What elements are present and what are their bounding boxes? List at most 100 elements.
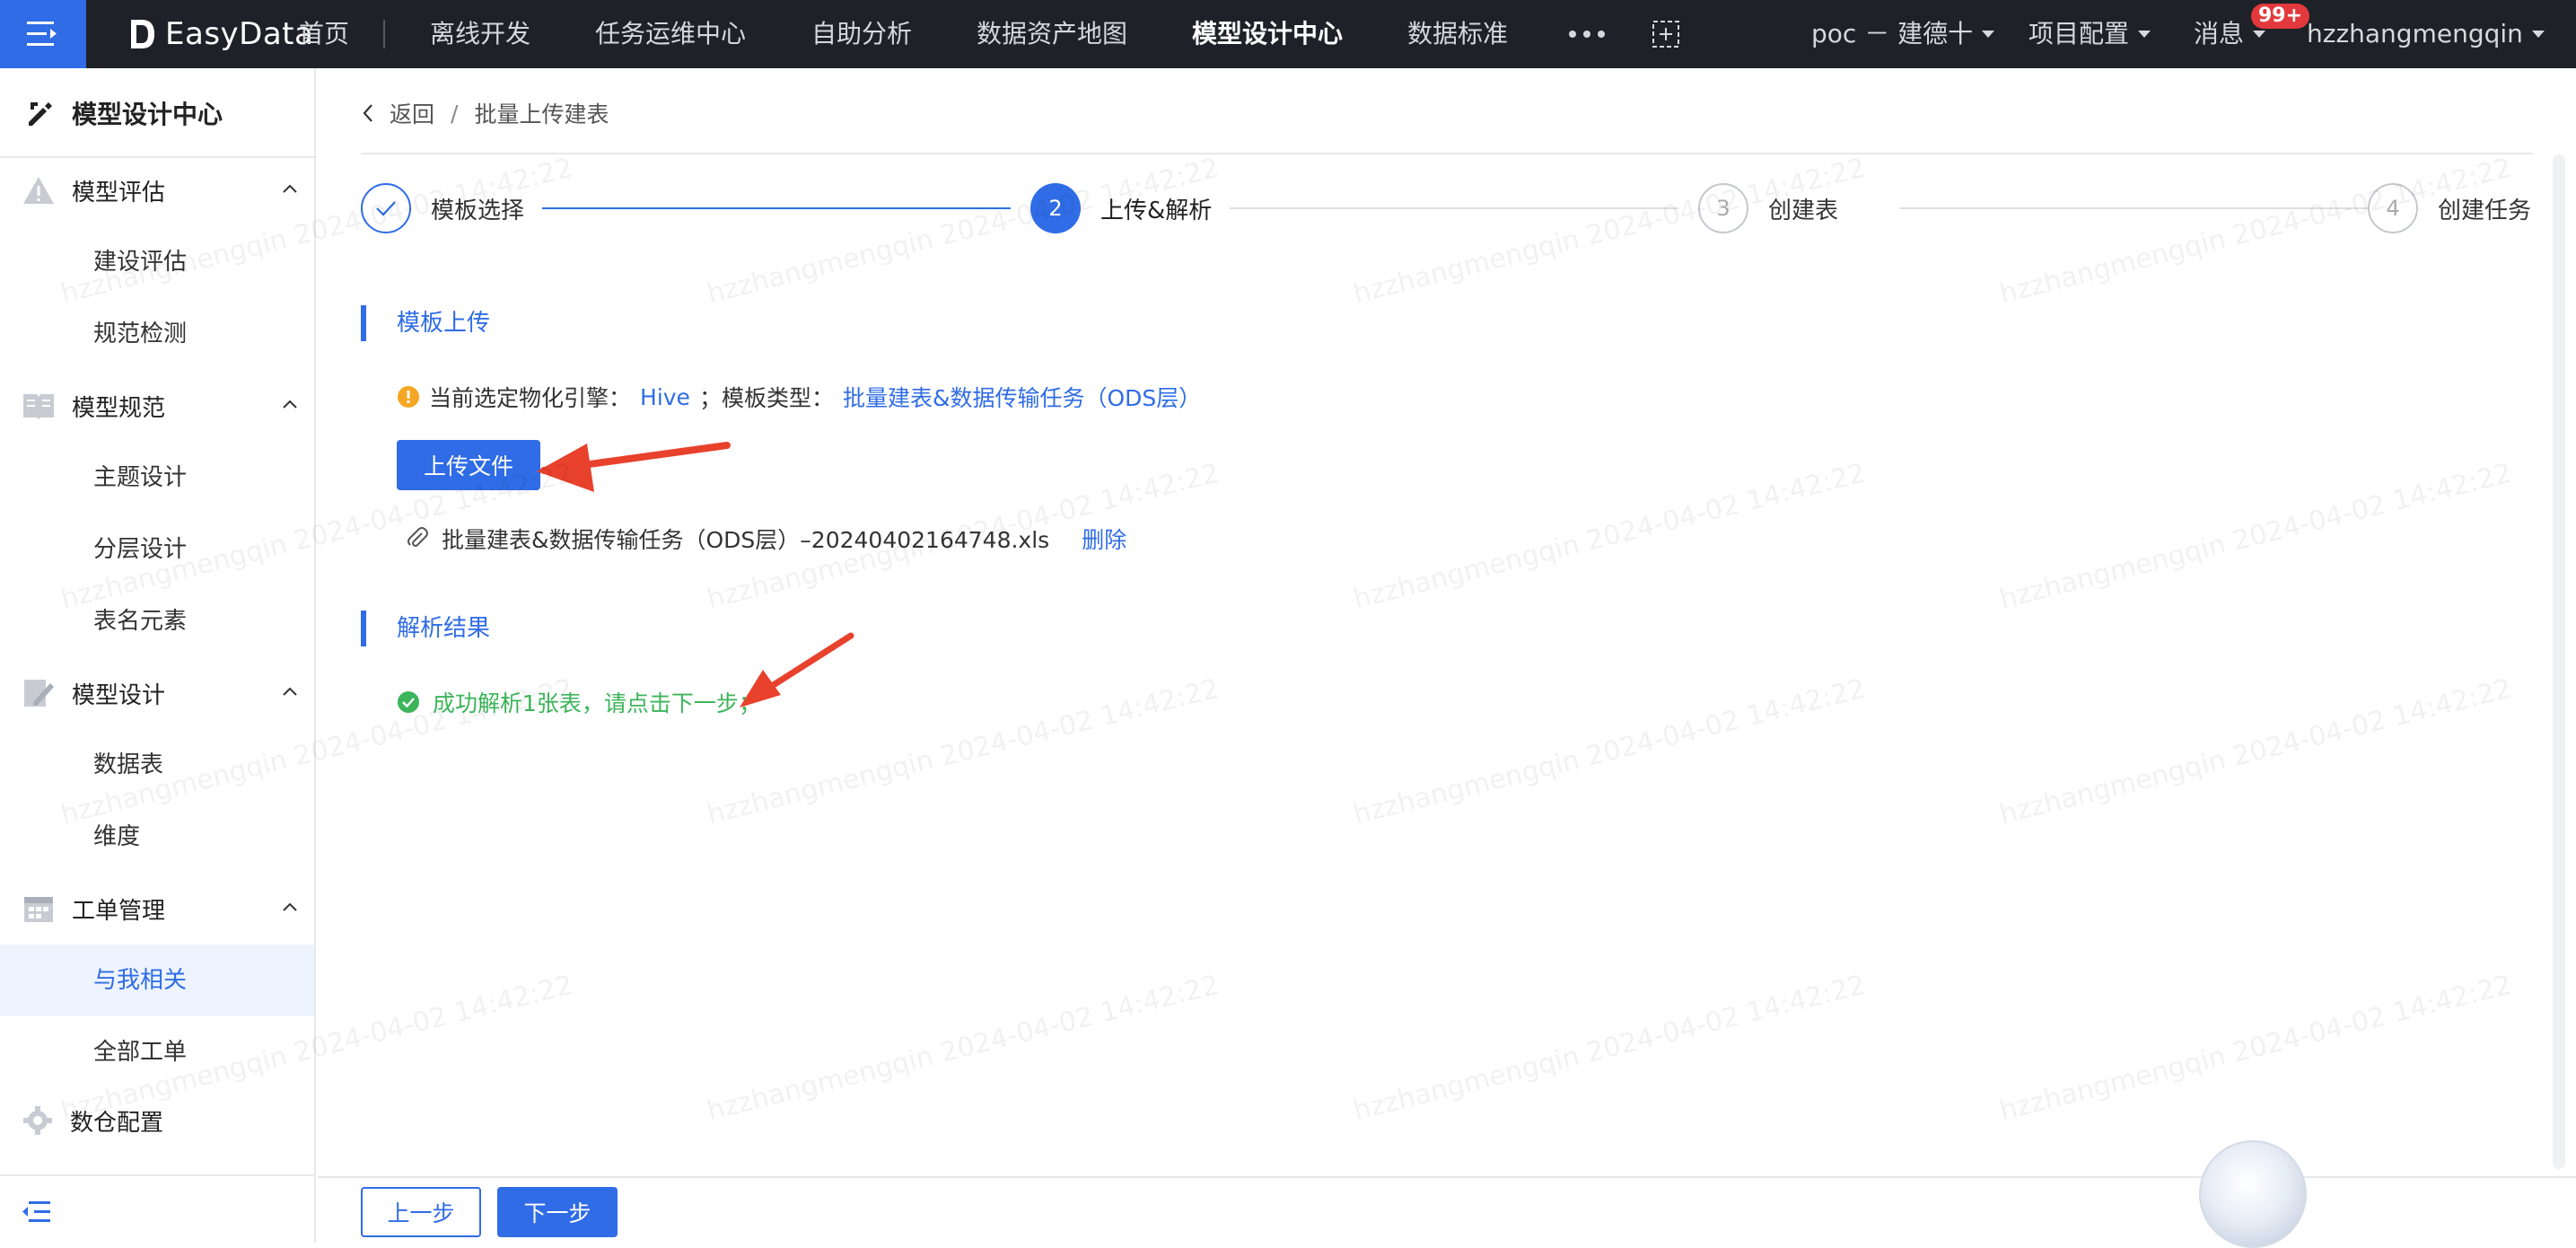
step-progress: 模板选择 2 上传&解析 3 创建表 4 创建任务 <box>361 183 2533 233</box>
nav-model-design[interactable]: 模型设计中心 <box>1192 0 1343 68</box>
next-step-button[interactable]: 下一步 <box>497 1187 618 1237</box>
calendar-icon <box>24 897 53 922</box>
sidebar-title: 模型设计中心 <box>72 100 223 129</box>
gear-icon <box>23 1106 52 1135</box>
top-navigation-bar: EasyData 首页 离线开发 任务运维中心 自助分析 数据资产地图 模型设计… <box>0 0 2576 68</box>
chevron-up-icon <box>283 902 297 911</box>
sidebar-item-all-orders[interactable]: 全部工单 <box>0 1016 314 1088</box>
check-icon <box>361 183 411 233</box>
app-name: EasyData <box>165 16 314 52</box>
section-accent-bar <box>361 611 366 646</box>
sidebar-item-label: 数仓配置 <box>70 1109 164 1137</box>
user-menu[interactable]: hzzhangmengqin <box>2307 0 2545 68</box>
expand-square-icon[interactable] <box>1652 20 1680 48</box>
step-label: 创建表 <box>1768 197 1839 224</box>
ellipsis-icon[interactable] <box>1569 0 1605 68</box>
step-label: 模板选择 <box>431 197 525 224</box>
sidebar-group-label: 模型设计 <box>72 681 166 709</box>
sidebar-item-topic-design[interactable]: 主题设计 <box>0 442 314 514</box>
sidebar-item-data-table[interactable]: 数据表 <box>0 729 314 801</box>
nav-data-asset-map[interactable]: 数据资产地图 <box>977 0 1127 68</box>
sidebar-item-build-eval[interactable]: 建设评估 <box>0 226 314 298</box>
sidebar: 模型设计中心 模型评估 建设评估 规范检测 模型规范 主题设计 分层设计 表名元… <box>0 68 316 1243</box>
triangle-warning-icon <box>23 177 54 204</box>
back-link[interactable]: 返回 <box>361 97 434 129</box>
project-config-label: 项目配置 <box>2028 19 2130 48</box>
caret-down-icon <box>2138 31 2151 38</box>
hamburger-icon <box>27 22 57 46</box>
notice-prefix: 当前选定物化引擎： <box>429 385 632 411</box>
template-type-value: 批量建表&数据传输任务（ODS层） <box>842 385 1202 411</box>
sidebar-item-dimension[interactable]: 维度 <box>0 801 314 873</box>
parse-result-message: 成功解析1张表，请点击下一步； <box>433 690 761 716</box>
paperclip-icon <box>407 527 428 547</box>
delete-file-link[interactable]: 删除 <box>1082 523 1126 555</box>
messages-badge: 99+ <box>2251 4 2310 29</box>
sidebar-item-related-to-me[interactable]: 与我相关 <box>0 945 314 1016</box>
warning-circle-icon <box>398 386 419 408</box>
nav-data-standard[interactable]: 数据标准 <box>1407 0 1508 68</box>
sidebar-item-warehouse-config[interactable]: 数仓配置 <box>22 1103 300 1138</box>
section-title-upload: 模板上传 <box>397 310 491 337</box>
breadcrumb-current: 批量上传建表 <box>474 101 609 127</box>
app-logo[interactable]: EasyData <box>129 0 313 68</box>
sidebar-item-table-name-element[interactable]: 表名元素 <box>0 585 314 657</box>
step-label: 上传&解析 <box>1100 197 1213 224</box>
step-number: 2 <box>1030 183 1081 233</box>
chevron-up-icon <box>283 400 297 409</box>
assistant-floating-button[interactable] <box>2199 1140 2307 1248</box>
sidebar-group-model-eval[interactable]: 模型评估 <box>22 172 300 208</box>
step-label: 创建任务 <box>2438 197 2532 224</box>
nav-offline-dev[interactable]: 离线开发 <box>430 0 530 68</box>
annotation-arrow-upload <box>537 442 731 492</box>
header-divider <box>361 153 2533 154</box>
project-name: poc － 建德十 <box>1811 19 1974 48</box>
nav-home[interactable]: 首页 <box>299 0 349 68</box>
caret-down-icon <box>2253 31 2266 38</box>
uploaded-file-row: 批量建表&数据传输任务（ODS层）–20240402164748.xls 删除 <box>406 521 1126 557</box>
sidebar-item-spec-check[interactable]: 规范检测 <box>0 298 314 370</box>
engine-notice: 当前选定物化引擎： Hive ；模板类型： 批量建表&数据传输任务（ODS层） <box>397 379 1201 415</box>
uploaded-file-name[interactable]: 批量建表&数据传输任务（ODS层）–20240402164748.xls <box>442 523 1049 555</box>
parse-result: 成功解析1张表，请点击下一步； <box>397 684 761 720</box>
success-check-icon <box>398 691 419 713</box>
section-accent-bar <box>361 305 366 341</box>
sidebar-group-label: 工单管理 <box>72 897 166 925</box>
breadcrumb: 返回 / 批量上传建表 <box>361 95 609 131</box>
engine-value: Hive <box>640 383 690 410</box>
chevron-up-icon <box>283 184 297 193</box>
project-config-menu[interactable]: 项目配置 <box>2028 0 2151 68</box>
chevron-left-icon <box>363 104 372 122</box>
edit-doc-icon <box>24 680 54 707</box>
sidebar-item-layer-design[interactable]: 分层设计 <box>0 514 314 585</box>
sidebar-group-model-design[interactable]: 模型设计 <box>22 675 300 711</box>
step-template-select: 模板选择 <box>361 183 524 233</box>
nav-task-ops[interactable]: 任务运维中心 <box>595 0 746 68</box>
step-create-task: 4 创建任务 <box>2368 183 2531 233</box>
nav-divider <box>383 20 385 48</box>
sidebar-group-label: 模型规范 <box>72 394 166 422</box>
vertical-scrollbar[interactable] <box>2553 154 2565 1169</box>
messages-label: 消息 <box>2194 19 2245 48</box>
sidebar-group-model-spec[interactable]: 模型规范 <box>22 388 300 424</box>
section-title-result: 解析结果 <box>397 615 491 642</box>
collapse-sidebar-icon[interactable] <box>20 1196 52 1228</box>
easydata-logo-icon <box>131 20 154 48</box>
sidebar-divider <box>0 1174 314 1176</box>
sidebar-group-label: 模型评估 <box>72 179 166 207</box>
chevron-up-icon <box>283 687 297 696</box>
annotation-arrows <box>537 442 854 707</box>
back-label: 返回 <box>390 101 435 127</box>
user-name: hzzhangmengqin <box>2307 19 2523 48</box>
sidebar-group-work-order[interactable]: 工单管理 <box>22 891 300 927</box>
prev-step-button[interactable]: 上一步 <box>361 1187 481 1237</box>
step-connector <box>1899 207 2389 209</box>
upload-file-button[interactable]: 上传文件 <box>397 440 540 490</box>
nav-self-analysis[interactable]: 自助分析 <box>811 0 912 68</box>
step-upload-parse: 2 上传&解析 <box>1030 183 1212 233</box>
project-selector[interactable]: poc － 建德十 <box>1811 0 1995 68</box>
design-tools-icon <box>29 102 52 126</box>
step-create-table: 3 创建表 <box>1698 183 1838 233</box>
menu-toggle-button[interactable] <box>0 0 86 68</box>
step-number: 4 <box>2368 183 2418 233</box>
